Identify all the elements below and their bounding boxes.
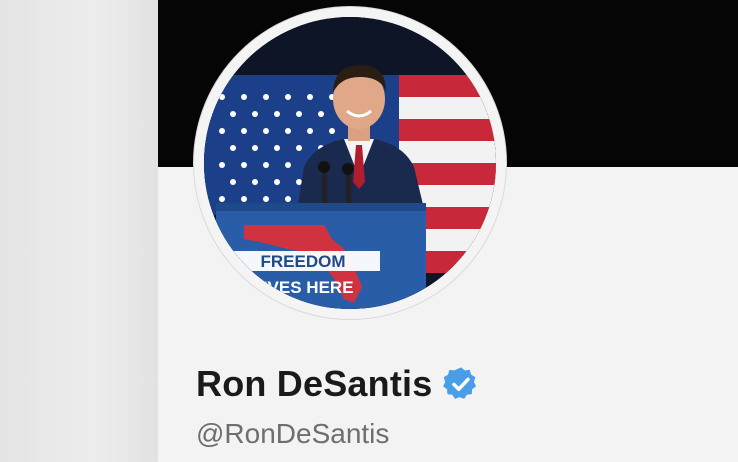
name-row: Ron DeSantis xyxy=(196,360,480,408)
avatar[interactable]: FREEDOM LIVES HERE xyxy=(204,17,496,309)
verified-badge-icon[interactable] xyxy=(442,365,480,403)
display-name: Ron DeSantis xyxy=(196,363,433,404)
profile-handle: @RonDeSantis xyxy=(196,418,390,449)
avatar-photo: FREEDOM LIVES HERE xyxy=(204,17,496,309)
podium-sign-line1: FREEDOM xyxy=(261,252,346,271)
left-sidebar-edge xyxy=(0,0,158,462)
podium-sign-line2: LIVES HERE xyxy=(252,278,353,297)
profile-card: FREEDOM LIVES HERE Ron DeSantis @RonDeSa… xyxy=(158,0,738,462)
avatar-ring: FREEDOM LIVES HERE xyxy=(194,7,506,319)
